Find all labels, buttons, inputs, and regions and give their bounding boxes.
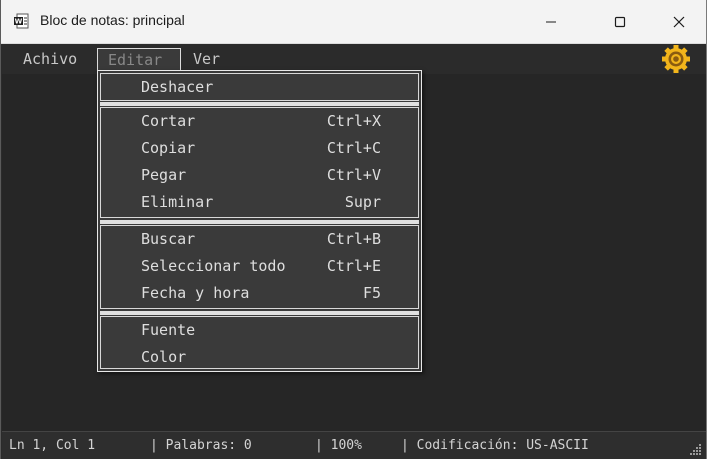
menu-item-deshacer[interactable]: Deshacer [141, 76, 411, 98]
status-bar: Ln 1, Col 1 | Palabras: 0 | 100% | Codif… [2, 431, 706, 459]
menu-item-label: Cortar [141, 112, 196, 130]
menu-item-shortcut: Ctrl+V [326, 166, 381, 184]
svg-text:W: W [15, 18, 23, 26]
gear-icon[interactable] [661, 45, 691, 73]
minimize-button[interactable] [528, 0, 574, 44]
menu-item-seleccionar-todo[interactable]: Seleccionar todo Ctrl+E [141, 255, 411, 277]
menu-item-label: Fecha y hora [141, 284, 250, 302]
menu-item-label: Buscar [141, 230, 196, 248]
zoom-level: | 100% [315, 438, 362, 453]
menu-item-fuente[interactable]: Fuente [141, 319, 411, 341]
menu-item-label: Color [141, 348, 187, 366]
menu-item-label: Eliminar [141, 193, 214, 211]
notepad-window: W Bloc de notas: principal Achivo Editar… [0, 0, 707, 459]
menu-group-format: Fuente Color [100, 316, 419, 369]
menu-item-shortcut: F5 [362, 284, 381, 302]
cursor-position: Ln 1, Col 1 [9, 438, 96, 453]
word-count: | Palabras: 0 [150, 438, 252, 453]
menu-separator [100, 311, 419, 315]
menu-item-shortcut: Ctrl+E [326, 257, 381, 275]
maximize-icon [614, 16, 626, 28]
menu-item-pegar[interactable]: Pegar Ctrl+V [141, 164, 411, 186]
menu-item-label: Deshacer [141, 78, 214, 96]
menu-item-label: Seleccionar todo [141, 257, 286, 275]
menu-separator [100, 220, 419, 224]
menu-item-shortcut: Supr [344, 193, 381, 211]
menu-item-label: Pegar [141, 166, 187, 184]
menu-group-undo: Deshacer [100, 73, 419, 101]
menu-archivo[interactable]: Achivo [17, 48, 83, 70]
encoding: | Codificación: US-ASCII [401, 438, 589, 453]
resize-grip-icon[interactable] [690, 443, 702, 455]
close-icon [673, 16, 685, 28]
menu-item-buscar[interactable]: Buscar Ctrl+B [141, 228, 411, 250]
title-bar: W Bloc de notas: principal [1, 0, 706, 44]
menu-item-shortcut: Ctrl+C [326, 139, 381, 157]
close-button[interactable] [656, 0, 702, 44]
menu-ver[interactable]: Ver [187, 48, 226, 70]
window-title: Bloc de notas: principal [40, 12, 185, 28]
menu-item-copiar[interactable]: Copiar Ctrl+C [141, 137, 411, 159]
menu-item-color[interactable]: Color [141, 346, 411, 368]
menu-item-fecha-y-hora[interactable]: Fecha y hora F5 [141, 282, 411, 304]
menu-item-cortar[interactable]: Cortar Ctrl+X [141, 110, 411, 132]
menu-separator [100, 102, 419, 106]
menu-item-shortcut: Ctrl+X [326, 112, 381, 130]
minimize-icon [546, 21, 556, 23]
menu-group-search: Buscar Ctrl+B Seleccionar todo Ctrl+E Fe… [100, 225, 419, 309]
word-document-icon: W [14, 13, 29, 29]
menu-item-eliminar[interactable]: Eliminar Supr [141, 191, 411, 213]
menu-item-label: Fuente [141, 321, 196, 339]
maximize-button[interactable] [597, 0, 643, 44]
menu-item-label: Copiar [141, 139, 196, 157]
edit-menu-dropdown: Deshacer Cortar Ctrl+X Copiar Ctrl+C Peg… [97, 70, 422, 372]
menu-item-shortcut: Ctrl+B [326, 230, 381, 248]
menu-group-clipboard: Cortar Ctrl+X Copiar Ctrl+C Pegar Ctrl+V… [100, 107, 419, 218]
